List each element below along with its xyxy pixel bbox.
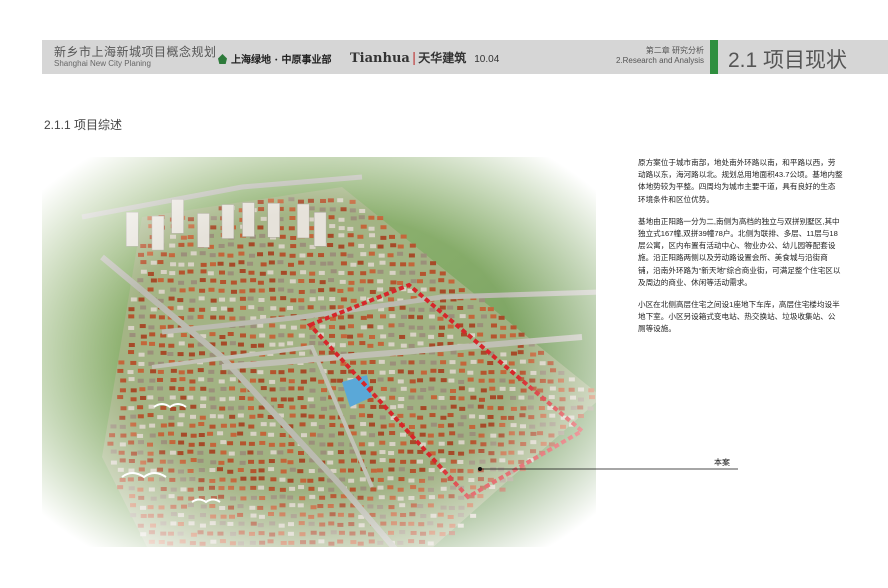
description-paragraph-1: 原方案位于城市南部，地处南外环路以南，和平路以西，劳动路以东，海河路以北。规划总… xyxy=(638,158,843,204)
description-paragraph-3: 小区在北侧高层住宅之间设1座地下车库，高层住宅楼均设半地下室。小区另设箱式变电站… xyxy=(638,300,840,334)
callout-label: 本案 xyxy=(714,458,730,467)
description-paragraph-2: 基地由正阳路一分为二,南侧为高档的独立与双拼别墅区,其中独立式167幢,双拼39… xyxy=(638,216,841,287)
project-description: 原方案位于城市南部，地处南外环路以南，和平路以西，劳动路以东，海河路以北。规划总… xyxy=(638,157,843,346)
